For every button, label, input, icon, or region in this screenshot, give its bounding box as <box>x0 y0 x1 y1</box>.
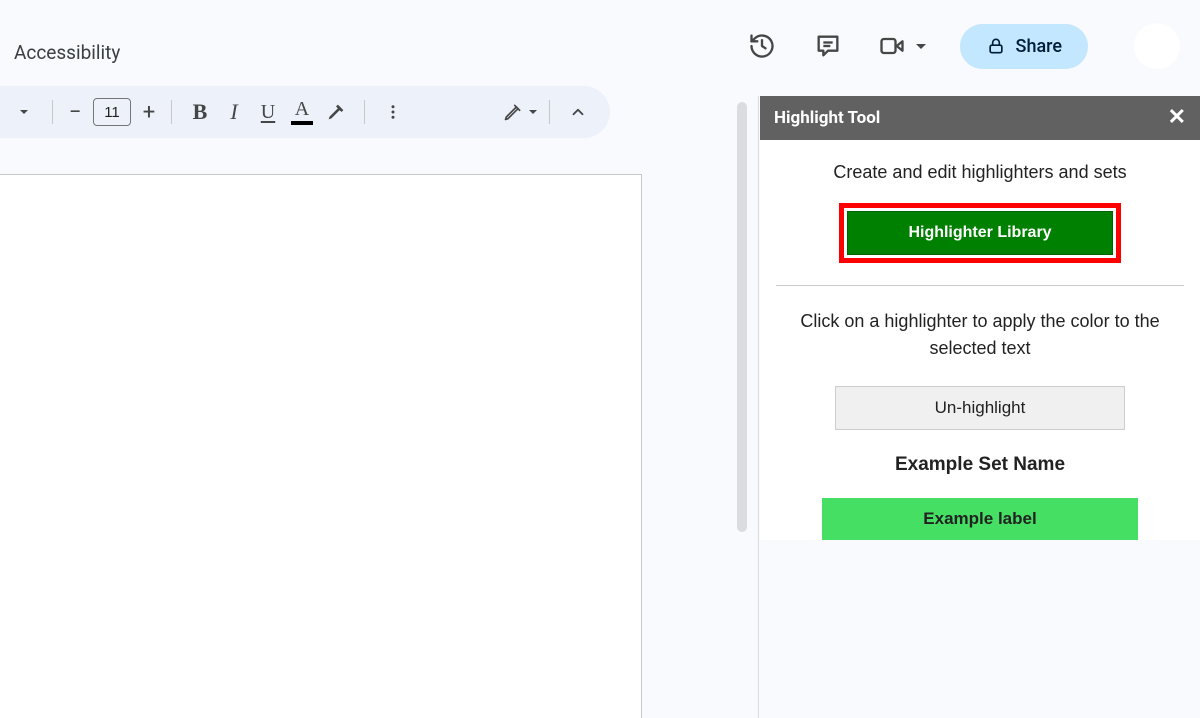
unhighlight-button[interactable]: Un-highlight <box>835 386 1125 430</box>
menubar: Accessibility Share <box>0 0 1200 86</box>
text-color-button[interactable]: A <box>286 96 318 128</box>
more-vert-icon <box>384 103 402 121</box>
panel-desc-create: Create and edit highlighters and sets <box>776 162 1184 183</box>
editing-mode-button[interactable] <box>503 102 537 122</box>
bold-button[interactable]: B <box>184 96 216 128</box>
panel-title: Highlight Tool <box>774 108 880 128</box>
share-label: Share <box>1016 36 1062 57</box>
highlight-tool-panel: Highlight Tool ✕ Create and edit highlig… <box>760 96 1200 540</box>
pencil-icon <box>503 102 523 122</box>
bold-icon: B <box>193 99 208 125</box>
underline-button[interactable]: U <box>252 96 284 128</box>
scrollbar-thumb[interactable] <box>737 102 747 532</box>
toolbar-separator <box>549 100 550 124</box>
panel-body: Create and edit highlighters and sets Hi… <box>760 140 1200 540</box>
font-size-group: − + <box>65 98 159 126</box>
vertical-scrollbar[interactable] <box>735 102 749 532</box>
more-button[interactable] <box>377 96 409 128</box>
menubar-right: Share <box>746 23 1180 69</box>
collapse-toolbar-button[interactable] <box>562 96 594 128</box>
italic-icon: I <box>230 99 237 125</box>
chevron-down-icon <box>20 110 28 114</box>
styles-dropdown[interactable] <box>8 96 40 128</box>
document-page[interactable] <box>0 174 642 718</box>
share-button[interactable]: Share <box>960 24 1088 69</box>
chevron-down-icon <box>916 44 926 49</box>
highlighter-library-button[interactable]: Highlighter Library <box>847 211 1112 255</box>
close-icon[interactable]: ✕ <box>1168 107 1186 129</box>
sidebar-separator <box>758 96 759 718</box>
italic-button[interactable]: I <box>218 96 250 128</box>
chevron-up-icon <box>569 103 587 121</box>
toolbar-separator <box>364 100 365 124</box>
highlighter-icon <box>325 101 347 123</box>
panel-divider <box>776 285 1184 286</box>
history-icon[interactable] <box>746 30 778 62</box>
font-size-decrease[interactable]: − <box>65 100 85 125</box>
chevron-down-icon <box>529 110 537 114</box>
text-color-swatch <box>291 121 313 125</box>
menu-accessibility[interactable]: Accessibility <box>14 41 120 64</box>
underline-icon: U <box>261 101 275 124</box>
highlighter-set-name: Example Set Name <box>776 454 1184 476</box>
text-color-icon: A <box>295 99 309 119</box>
toolbar: − + B I U A <box>0 86 610 138</box>
comments-icon[interactable] <box>812 30 844 62</box>
highlight-color-button[interactable] <box>320 96 352 128</box>
toolbar-separator <box>52 100 53 124</box>
toolbar-separator <box>171 100 172 124</box>
highlighter-swatch[interactable]: Example label <box>822 498 1138 540</box>
lock-icon <box>986 36 1006 56</box>
meet-button[interactable] <box>878 32 926 60</box>
panel-library-highlight: Highlighter Library <box>839 203 1120 263</box>
panel-header: Highlight Tool ✕ <box>760 96 1200 140</box>
panel-desc-apply: Click on a highlighter to apply the colo… <box>780 308 1180 362</box>
font-size-increase[interactable]: + <box>139 100 159 125</box>
font-size-input[interactable] <box>93 98 131 126</box>
avatar[interactable] <box>1134 23 1180 69</box>
